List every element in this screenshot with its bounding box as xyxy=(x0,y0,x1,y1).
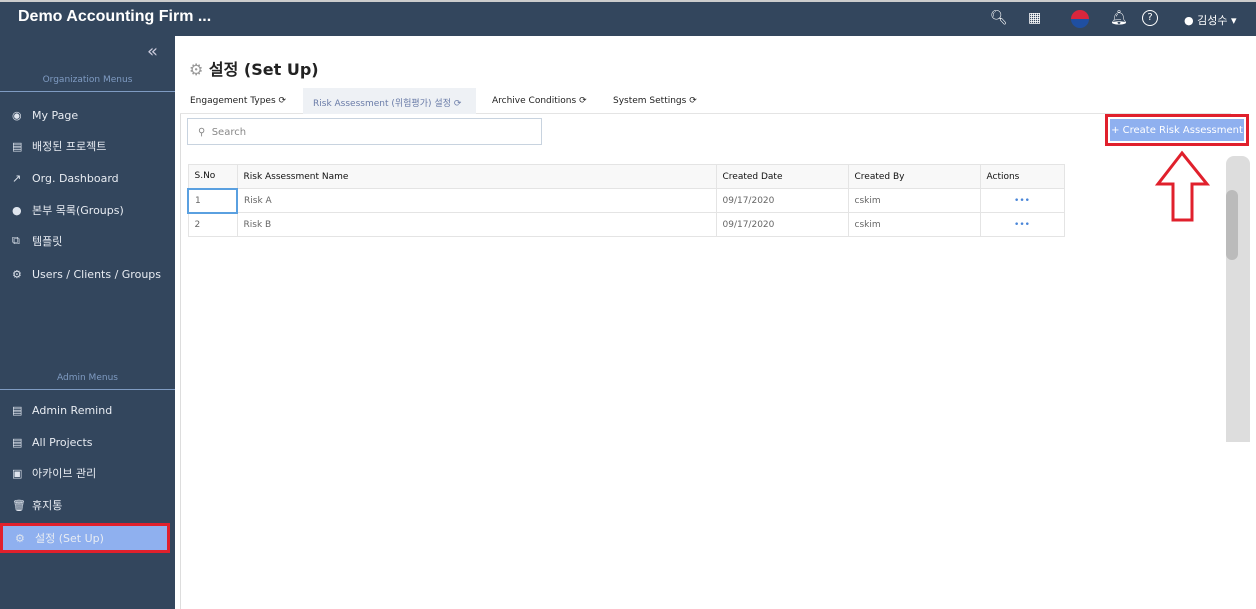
sidebar-item-assigned-projects[interactable]: ▤ 배정된 프로젝트 xyxy=(0,131,175,161)
sidebar-item-groups[interactable]: ● 본부 목록(Groups) xyxy=(0,195,175,225)
user-circle-icon: ◉ xyxy=(12,108,22,122)
cell-name[interactable]: Risk B xyxy=(236,212,717,237)
column-header[interactable]: Risk Assessment Name xyxy=(236,164,717,189)
scrollbar-thumb[interactable] xyxy=(1226,190,1238,260)
language-flag-icon[interactable] xyxy=(1071,10,1089,28)
risk-assessment-table: S.No Risk Assessment Name Created Date C… xyxy=(187,164,1065,237)
refresh-icon[interactable]: ⟳ xyxy=(579,96,587,106)
bell-icon[interactable]: 🔔︎ xyxy=(1110,10,1128,26)
collapse-sidebar-icon[interactable]: « xyxy=(147,41,158,62)
gear-icon: ⚙ xyxy=(189,60,204,79)
user-name: 김성수 xyxy=(1197,14,1228,27)
sidebar-item-trash[interactable]: 🗑︎ 휴지통 xyxy=(0,490,175,520)
tab-label: Risk Assessment (위험평가) 설정 xyxy=(313,99,451,109)
actions-menu-icon[interactable]: ••• xyxy=(979,212,1065,237)
sidebar-item-label: Users / Clients / Groups xyxy=(32,267,161,281)
tab-bar: Engagement Types ⟳ Risk Assessment (위험평가… xyxy=(180,88,1231,114)
sidebar-item-label: 설정 (Set Up) xyxy=(35,532,104,545)
cell-created-by: cskim xyxy=(847,212,981,237)
tab-archive-conditions[interactable]: Archive Conditions ⟳ xyxy=(482,88,597,114)
sidebar-item-org-dashboard[interactable]: ↗ Org. Dashboard xyxy=(0,163,175,193)
trash-icon: 🗑︎ xyxy=(12,498,26,512)
cell-sno[interactable]: 2 xyxy=(187,212,238,237)
sidebar-item-admin-remind[interactable]: ▤ Admin Remind xyxy=(0,395,175,425)
building-icon[interactable]: ▦ xyxy=(1028,10,1041,26)
search-icon: ⚲ xyxy=(198,127,206,138)
search-icon[interactable]: 🔍︎ xyxy=(990,10,1008,26)
page-title: ⚙ 설정 (Set Up) xyxy=(189,56,319,80)
page-title-text: 설정 (Set Up) xyxy=(208,60,319,79)
sidebar-item-label: All Projects xyxy=(32,435,93,449)
project-icon: ▤ xyxy=(12,403,23,417)
archive-icon: ▣ xyxy=(12,466,23,480)
sidebar-item-label: Org. Dashboard xyxy=(32,171,119,185)
sidebar-item-setup[interactable]: ⚙ 설정 (Set Up) xyxy=(0,523,170,553)
cell-date: 09/17/2020 xyxy=(715,212,849,237)
template-icon: ⧉ xyxy=(12,234,20,247)
sidebar-item-label: 템플릿 xyxy=(32,235,63,248)
top-bar: Demo Accounting Firm ... 🔍︎ ▦ 🔔︎ ? ● 김성수… xyxy=(0,0,1256,36)
cell-date: 09/17/2020 xyxy=(715,188,849,213)
tab-label: Engagement Types xyxy=(190,96,276,106)
table-header: S.No Risk Assessment Name Created Date C… xyxy=(187,164,1065,189)
annotation-arrow-icon xyxy=(1155,150,1210,222)
risk-assessment-panel: ⚲ Search + Create Risk Assessment S.No R… xyxy=(180,114,1249,609)
sidebar-item-archive[interactable]: ▣ 아카이브 관리 xyxy=(0,458,175,488)
column-header[interactable]: Created Date xyxy=(715,164,849,189)
column-header[interactable]: Actions xyxy=(979,164,1065,189)
table-row[interactable]: 1 Risk A 09/17/2020 cskim ••• xyxy=(187,187,1065,214)
tab-system-settings[interactable]: System Settings ⟳ xyxy=(603,88,707,114)
create-button-label: + Create Risk Assessment xyxy=(1110,119,1244,141)
column-header[interactable]: Created By xyxy=(847,164,981,189)
refresh-icon[interactable]: ⟳ xyxy=(689,96,697,106)
refresh-icon[interactable]: ⟳ xyxy=(279,96,287,106)
sidebar-item-label: 아카이브 관리 xyxy=(32,467,97,480)
chart-icon: ↗ xyxy=(12,171,22,185)
sidebar-item-all-projects[interactable]: ▤ All Projects xyxy=(0,427,175,457)
project-icon: ▤ xyxy=(12,435,23,449)
main-content: ⚙ 설정 (Set Up) Engagement Types ⟳ Risk As… xyxy=(175,36,1256,609)
project-icon: ▤ xyxy=(12,139,23,153)
column-header[interactable]: S.No xyxy=(187,164,238,189)
sidebar: « Organization Menus ◉ My Page ▤ 배정된 프로젝트 … xyxy=(0,36,175,609)
help-icon[interactable]: ? xyxy=(1142,10,1158,26)
sidebar-item-label: 배정된 프로젝트 xyxy=(32,140,107,153)
sidebar-item-users-clients-groups[interactable]: ⚙ Users / Clients / Groups xyxy=(0,259,175,289)
sidebar-item-templates[interactable]: ⧉ 템플릿 xyxy=(0,226,175,256)
cell-sno[interactable]: 1 xyxy=(187,187,238,214)
create-risk-assessment-button[interactable]: + Create Risk Assessment xyxy=(1105,114,1249,146)
group-icon: ● xyxy=(12,203,22,217)
cell-created-by: cskim xyxy=(847,188,981,213)
tab-label: System Settings xyxy=(613,96,687,106)
refresh-icon[interactable]: ⟳ xyxy=(454,99,462,109)
gear-icon: ⚙ xyxy=(15,531,25,545)
sidebar-item-label: My Page xyxy=(32,108,79,122)
admin-menus-title: Admin Menus xyxy=(0,373,175,390)
sidebar-item-label: 본부 목록(Groups) xyxy=(32,204,124,217)
sidebar-item-my-page[interactable]: ◉ My Page xyxy=(0,100,175,130)
search-placeholder: Search xyxy=(211,127,247,138)
cell-name[interactable]: Risk A xyxy=(236,188,717,213)
search-input[interactable]: ⚲ Search xyxy=(187,118,542,145)
table-row[interactable]: 2 Risk B 09/17/2020 cskim ••• xyxy=(187,212,1065,237)
org-menus-title: Organization Menus xyxy=(0,75,175,92)
brand-title[interactable]: Demo Accounting Firm ... xyxy=(18,8,211,26)
tab-label: Archive Conditions xyxy=(492,96,577,106)
actions-menu-icon[interactable]: ••• xyxy=(979,188,1065,213)
user-menu[interactable]: ● 김성수 ▾ xyxy=(1184,12,1237,28)
tab-engagement-types[interactable]: Engagement Types ⟳ xyxy=(180,88,296,114)
sidebar-item-label: 휴지통 xyxy=(32,499,63,512)
tab-risk-assessment[interactable]: Risk Assessment (위험평가) 설정 ⟳ xyxy=(303,88,476,114)
sidebar-item-label: Admin Remind xyxy=(32,403,113,417)
gear-icon: ⚙ xyxy=(12,267,22,281)
